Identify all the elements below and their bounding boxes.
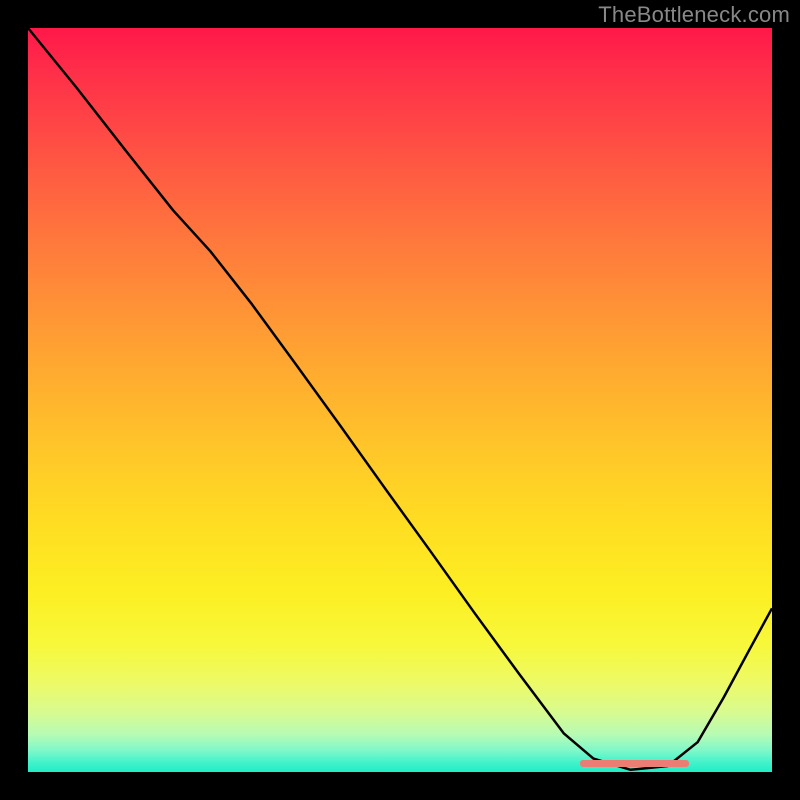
optimal-range-marker [580,760,689,767]
bottleneck-curve [28,28,772,772]
attribution-text: TheBottleneck.com [598,2,790,28]
curve-path [28,28,772,770]
plot-area [28,28,772,772]
